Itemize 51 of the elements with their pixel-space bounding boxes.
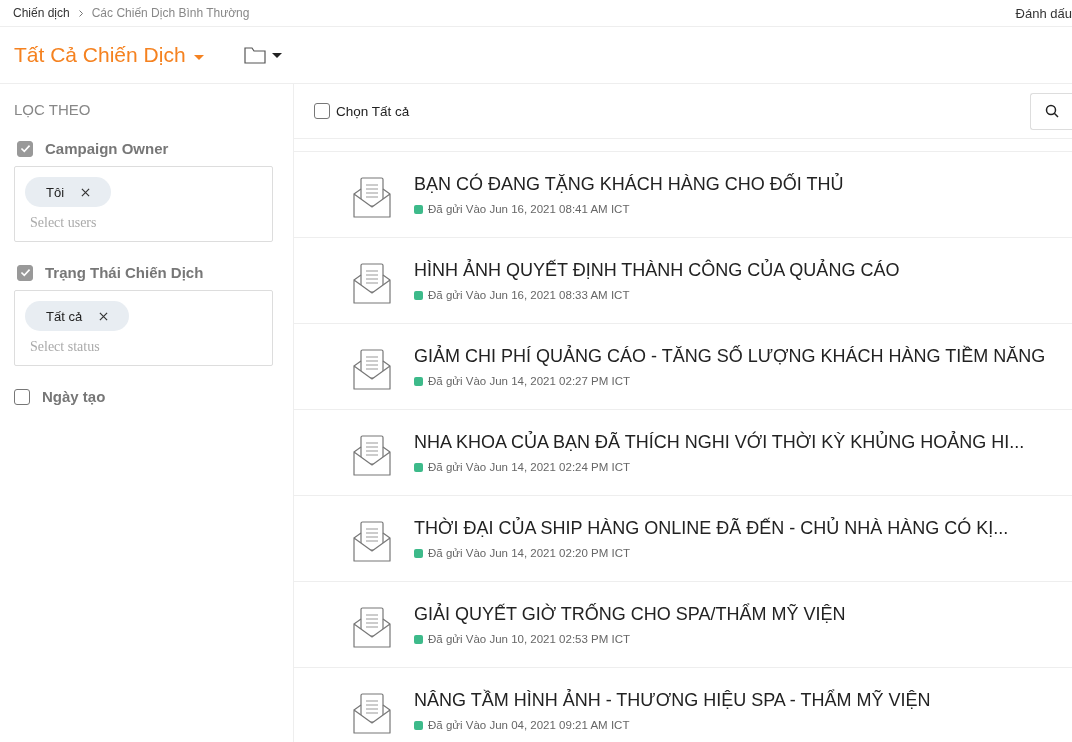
campaign-row[interactable]: HÌNH ẢNH QUYẾT ĐỊNH THÀNH CÔNG CỦA QUẢNG CÁO Đã gửi Vào Jun 16, 2021 08:33 AM ICT (294, 238, 1072, 324)
envelope-icon (352, 262, 392, 305)
campaign-title[interactable]: HÌNH ẢNH QUYẾT ĐỊNH THÀNH CÔNG CỦA QUẢNG CÁO (414, 260, 900, 281)
sent-status: Đã gửi Vào Jun 16, 2021 08:41 AM ICT (428, 203, 630, 215)
mark-link[interactable]: Đánh dấu (1015, 5, 1072, 21)
envelope-icon (352, 434, 392, 477)
close-icon[interactable] (81, 187, 91, 197)
breadcrumb-item[interactable]: Chiến dịch (13, 6, 70, 20)
chevron-right-icon (77, 8, 84, 18)
checkbox[interactable] (17, 264, 33, 281)
folder-dropdown[interactable] (243, 45, 282, 65)
campaign-title[interactable]: BẠN CÓ ĐANG TẶNG KHÁCH HÀNG CHO ĐỐI THỦ (414, 174, 844, 195)
campaign-row[interactable]: THỜI ĐẠI CỦA SHIP HÀNG ONLINE ĐÃ ĐẾN - CHỦ NHÀ HÀNG CÓ KỊ... Đã gửi Vào Jun 14, 2021 02:20 PM ICT (294, 496, 1072, 582)
campaign-title[interactable]: GIẢM CHI PHÍ QUẢNG CÁO - TĂNG SỐ LƯỢNG KHÁCH HÀNG TIỀM NĂNG (414, 346, 1046, 367)
chip-label: Tôi (46, 184, 65, 200)
checkbox[interactable] (17, 140, 33, 157)
search-icon (1044, 104, 1059, 118)
campaign-row[interactable]: NÂNG TẦM HÌNH ẢNH - THƯƠNG HIỆU SPA - THẨM MỸ VIỆN Đã gửi Vào Jun 04, 2021 09:21 AM ICT (294, 668, 1072, 742)
campaign-title[interactable]: NÂNG TẦM HÌNH ẢNH - THƯƠNG HIỆU SPA - THẨM MỸ VIỆN (414, 690, 931, 711)
folder-icon (243, 45, 266, 65)
filter-label: Trạng Thái Chiến Dịch (45, 264, 204, 281)
filter-heading: LỌC THEO (14, 101, 92, 118)
close-icon[interactable] (99, 311, 109, 321)
breadcrumb-item: Các Chiến Dịch Bình Thường (91, 6, 250, 20)
campaign-row[interactable]: GIẢM CHI PHÍ QUẢNG CÁO - TĂNG SỐ LƯỢNG KHÁCH HÀNG TIỀM NĂNG Đã gửi Vào Jun 14, 2021 02:27 PM ICT (294, 324, 1072, 410)
envelope-icon (352, 606, 392, 649)
caret-icon (193, 54, 204, 60)
chip-label: Tất cả (46, 308, 83, 324)
checkbox[interactable] (314, 103, 330, 119)
campaign-row[interactable]: BẠN CÓ ĐANG TẶNG KHÁCH HÀNG CHO ĐỐI THỦ Đã gửi Vào Jun 16, 2021 08:41 AM ICT (294, 152, 1072, 238)
sent-status: Đã gửi Vào Jun 16, 2021 08:33 AM ICT (428, 289, 630, 301)
campaign-row[interactable]: GIẢI QUYẾT GIỜ TRỐNG CHO SPA/THẨM MỸ VIỆN Đã gửi Vào Jun 10, 2021 02:53 PM ICT (294, 582, 1072, 668)
campaign-title[interactable]: THỜI ĐẠI CỦA SHIP HÀNG ONLINE ĐÃ ĐẾN - CHỦ NHÀ HÀNG CÓ KỊ... (414, 518, 1009, 539)
sent-status: Đã gửi Vào Jun 04, 2021 09:21 AM ICT (428, 719, 630, 731)
envelope-icon (352, 692, 392, 735)
campaign-title[interactable]: GIẢI QUYẾT GIỜ TRỐNG CHO SPA/THẨM MỸ VIỆN (414, 604, 846, 625)
envelope-icon (352, 176, 392, 219)
campaign-row[interactable]: NHA KHOA CỦA BẠN ĐÃ THÍCH NGHI VỚI THỜI KỲ KHỦNG HOẢNG HI... Đã gửi Vào Jun 14, 2021 02:24 PM ICT (294, 410, 1072, 496)
sent-status: Đã gửi Vào Jun 14, 2021 02:20 PM ICT (428, 547, 631, 559)
sent-status: Đã gửi Vào Jun 14, 2021 02:24 PM ICT (428, 461, 631, 473)
search-button[interactable] (1030, 92, 1072, 130)
campaign-title[interactable]: NHA KHOA CỦA BẠN ĐÃ THÍCH NGHI VỚI THỜI KỲ KHỦNG HOẢNG HI... (414, 432, 1025, 453)
checkbox[interactable] (14, 388, 30, 405)
select-all-label: Chọn Tất cả (336, 103, 410, 119)
sent-status: Đã gửi Vào Jun 14, 2021 02:27 PM ICT (428, 375, 631, 387)
filter-label: Campaign Owner (45, 140, 169, 157)
caret-icon (271, 52, 282, 58)
sent-status: Đã gửi Vào Jun 10, 2021 02:53 PM ICT (428, 633, 631, 645)
filter-label: Ngày tạo (42, 388, 106, 405)
envelope-icon (352, 520, 392, 563)
envelope-icon (352, 348, 392, 391)
